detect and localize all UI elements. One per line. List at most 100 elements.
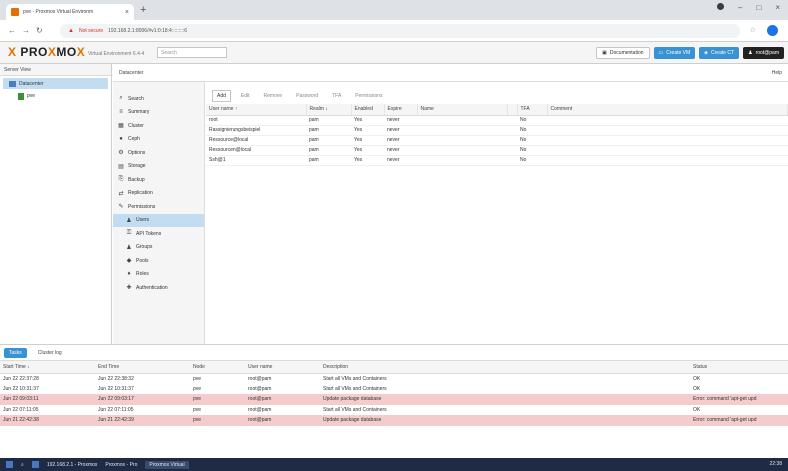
table-header-row: Start Time ↓ End Time Node User name Des… <box>0 361 788 374</box>
storage-icon: ▤ <box>118 163 124 170</box>
logo-text-a: PRO <box>20 45 48 59</box>
table-row[interactable]: Ssh@1 pam Yes never No <box>206 155 788 166</box>
taskbar-item-active[interactable]: Proxmox Virtual <box>145 460 189 469</box>
menu-item-roles[interactable]: ♦ Roles <box>113 268 204 282</box>
maximize-button[interactable]: □ <box>756 3 761 12</box>
tree-item-datacenter[interactable]: Datacenter <box>3 78 108 89</box>
remove-button[interactable]: Remove <box>260 91 287 101</box>
menu-item-storage[interactable]: ▤ Storage <box>113 160 204 174</box>
table-row[interactable]: Jun 22 22:37:28 Jun 22 22:38:32 pve root… <box>0 373 788 384</box>
column-header[interactable]: End Time <box>95 361 190 374</box>
menu-item-label: Roles <box>136 271 149 278</box>
menu-item-replication[interactable]: ⇄ Replication <box>113 187 204 201</box>
minimize-button[interactable]: – <box>738 3 742 12</box>
table-header-row: User name ↑ Realm ↓ Enabled Expire Name … <box>206 104 788 116</box>
menu-item-label: Ceph <box>128 136 140 143</box>
browser-tab[interactable]: pve - Proxmox Virtual Environm × <box>6 4 134 20</box>
column-header[interactable]: Start Time ↓ <box>0 361 95 374</box>
menu-item-label: Users <box>136 217 150 224</box>
security-label: Not secure <box>78 28 104 34</box>
table-row[interactable]: Jun 22 07:11:05 Jun 22 07:11:05 pve root… <box>0 405 788 416</box>
cell-enabled: Yes <box>351 125 384 136</box>
cell-realm: pam <box>306 155 351 166</box>
taskbar-item-proxmox[interactable]: Proxmox - Pro <box>105 462 137 468</box>
column-header[interactable]: Comment <box>547 104 788 116</box>
proxmox-header: X PROXMOX Virtual Environment 6.4-4 Sear… <box>0 42 788 64</box>
menu-item-authentication[interactable]: ✚ Authentication <box>113 281 204 295</box>
column-header[interactable]: Expire <box>384 104 418 116</box>
close-window-button[interactable]: × <box>775 3 780 12</box>
menu-item-ceph[interactable]: ● Ceph <box>113 133 204 147</box>
reload-icon[interactable]: ↻ <box>36 26 43 35</box>
menu-item-label: Authentication <box>136 284 168 291</box>
column-header[interactable]: Enabled <box>351 104 385 116</box>
header-buttons: ▣ Documentation ▭ Create VM ◈ Create CT … <box>596 47 784 59</box>
permissions-button[interactable]: Permissions <box>351 91 386 101</box>
file-explorer-icon[interactable] <box>31 461 39 468</box>
table-row-error[interactable]: Jun 21 22:42:38 Jun 21 22:42:39 pve root… <box>0 415 788 426</box>
logo-text-b: MO <box>56 45 77 59</box>
cell-enabled: Yes <box>351 155 384 166</box>
menu-item-backup[interactable]: ⎘ Backup <box>113 173 204 187</box>
back-icon[interactable]: ← <box>8 26 16 35</box>
cell-status: OK <box>693 375 701 382</box>
profile-avatar[interactable] <box>767 25 778 36</box>
table-row-error[interactable]: Jun 22 09:03:11 Jun 22 09:03:17 pve root… <box>0 394 788 405</box>
table-row[interactable]: Ressourcen@local pam Yes never No <box>206 145 788 156</box>
menu-item-groups[interactable]: ♟ Groups <box>113 241 204 255</box>
column-header[interactable]: User name <box>245 361 320 374</box>
create-vm-button[interactable]: ▭ Create VM <box>653 47 696 59</box>
tasks-tab-bar: Tasks Cluster log <box>0 345 788 361</box>
password-button[interactable]: Password <box>292 91 322 101</box>
add-button[interactable]: Add <box>212 90 231 102</box>
menu-item-search[interactable]: ⌕ Search <box>113 92 204 106</box>
table-row[interactable]: Ressource@local pam Yes never No <box>206 135 788 146</box>
search-icon: ⌕ <box>119 95 123 102</box>
help-button[interactable]: Help <box>772 70 782 76</box>
table-row[interactable]: Rassignierungsbeispiel pam Yes never No <box>206 125 788 136</box>
content-area: Datacenter Help ⌕ Search ≡ Summary ▦ Cluste… <box>113 64 788 344</box>
column-header[interactable]: Name <box>417 104 508 116</box>
user-menu-label: root@pam <box>755 50 779 56</box>
role-icon: ♦ <box>127 271 131 278</box>
new-tab-button[interactable]: + <box>140 4 146 16</box>
search-input[interactable]: Search <box>157 47 227 58</box>
column-header[interactable]: Node <box>190 361 245 374</box>
cell-name <box>417 115 507 126</box>
tfa-button[interactable]: TFA <box>328 91 345 101</box>
tab-tasks[interactable]: Tasks <box>4 347 27 358</box>
taskbar-item-browser[interactable]: 192.168.2.1 - Proxmox <box>47 462 98 468</box>
cell-empty <box>507 125 517 136</box>
url-field[interactable]: ▲ Not secure 192.168.2.1:8006/#v1:0:18:4… <box>60 24 740 38</box>
table-row[interactable]: root pam Yes never No <box>206 115 788 126</box>
forward-icon[interactable]: → <box>22 26 30 35</box>
column-header[interactable]: Description <box>320 361 690 374</box>
edit-button[interactable]: Edit <box>237 91 254 101</box>
column-header <box>507 104 518 116</box>
menu-item-api-tokens[interactable]: ⚿ API Tokens <box>113 227 204 241</box>
column-header[interactable]: User name ↑ <box>206 104 307 116</box>
cluster-icon: ▦ <box>118 123 124 130</box>
user-menu-button[interactable]: ♟ root@pam <box>743 47 784 59</box>
menu-item-options[interactable]: ⚙ Options <box>113 146 204 160</box>
bookmark-star-icon[interactable]: ☆ <box>750 26 756 34</box>
table-row[interactable]: Jun 22 10:31:37 Jun 22 10:31:37 pve root… <box>0 384 788 395</box>
menu-item-summary[interactable]: ≡ Summary <box>113 106 204 120</box>
search-icon[interactable]: ⌕ <box>21 462 24 468</box>
tab-cluster-log[interactable]: Cluster log <box>33 348 67 358</box>
menu-item-pools[interactable]: ◆ Pools <box>113 254 204 268</box>
start-menu-icon[interactable] <box>6 461 13 468</box>
menu-item-permissions[interactable]: ✎ Permissions <box>113 200 204 214</box>
tree-item-node[interactable]: pve <box>0 91 111 101</box>
menu-item-cluster[interactable]: ▦ Cluster <box>113 119 204 133</box>
documentation-button[interactable]: ▣ Documentation <box>596 47 650 59</box>
column-header[interactable]: Status <box>690 361 788 374</box>
column-header[interactable]: Realm ↓ <box>306 104 352 116</box>
address-bar-row: ← → ↻ ▲ Not secure 192.168.2.1:8006/#v1:… <box>0 20 788 42</box>
menu-item-users[interactable]: ♟ Users <box>113 213 204 227</box>
cell-empty <box>507 155 517 166</box>
create-ct-button[interactable]: ◈ Create CT <box>699 47 740 59</box>
close-tab-icon[interactable]: × <box>125 9 129 16</box>
column-header[interactable]: TFA <box>517 104 548 116</box>
server-view-selector[interactable]: Server View <box>0 64 111 76</box>
